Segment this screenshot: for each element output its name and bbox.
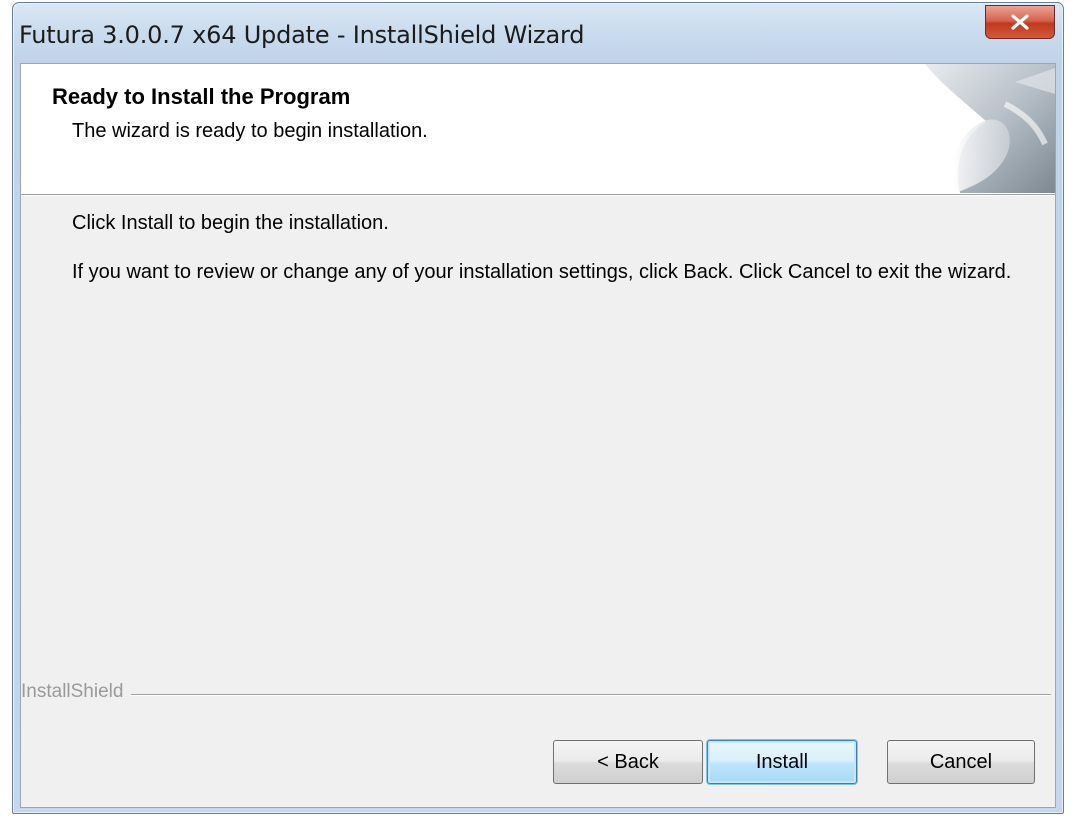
installshield-brand: InstallShield bbox=[21, 681, 132, 703]
title-bar[interactable]: Futura 3.0.0.7 x64 Update - InstallShiel… bbox=[13, 3, 1063, 61]
close-icon bbox=[1009, 13, 1031, 31]
page-title: Ready to Install the Program bbox=[52, 84, 351, 109]
review-settings-text: If you want to review or change any of y… bbox=[72, 261, 1012, 283]
divider-line bbox=[21, 694, 1051, 696]
dialog-content: Ready to Install the Program The wizard … bbox=[20, 63, 1056, 808]
header-banner: Ready to Install the Program The wizard … bbox=[21, 64, 1055, 195]
install-button[interactable]: Install bbox=[707, 740, 857, 784]
page-subtitle: The wizard is ready to begin installatio… bbox=[72, 120, 428, 142]
installshield-divider: InstallShield bbox=[21, 681, 1055, 707]
instruction-text: Click Install to begin the installation. bbox=[72, 212, 389, 234]
page-curl-graphic bbox=[855, 64, 1055, 193]
back-button[interactable]: < Back bbox=[553, 740, 703, 784]
cancel-button[interactable]: Cancel bbox=[887, 740, 1035, 784]
window-title: Futura 3.0.0.7 x64 Update - InstallShiel… bbox=[19, 21, 585, 49]
close-button[interactable] bbox=[985, 5, 1055, 39]
installer-window: Futura 3.0.0.7 x64 Update - InstallShiel… bbox=[12, 2, 1064, 814]
